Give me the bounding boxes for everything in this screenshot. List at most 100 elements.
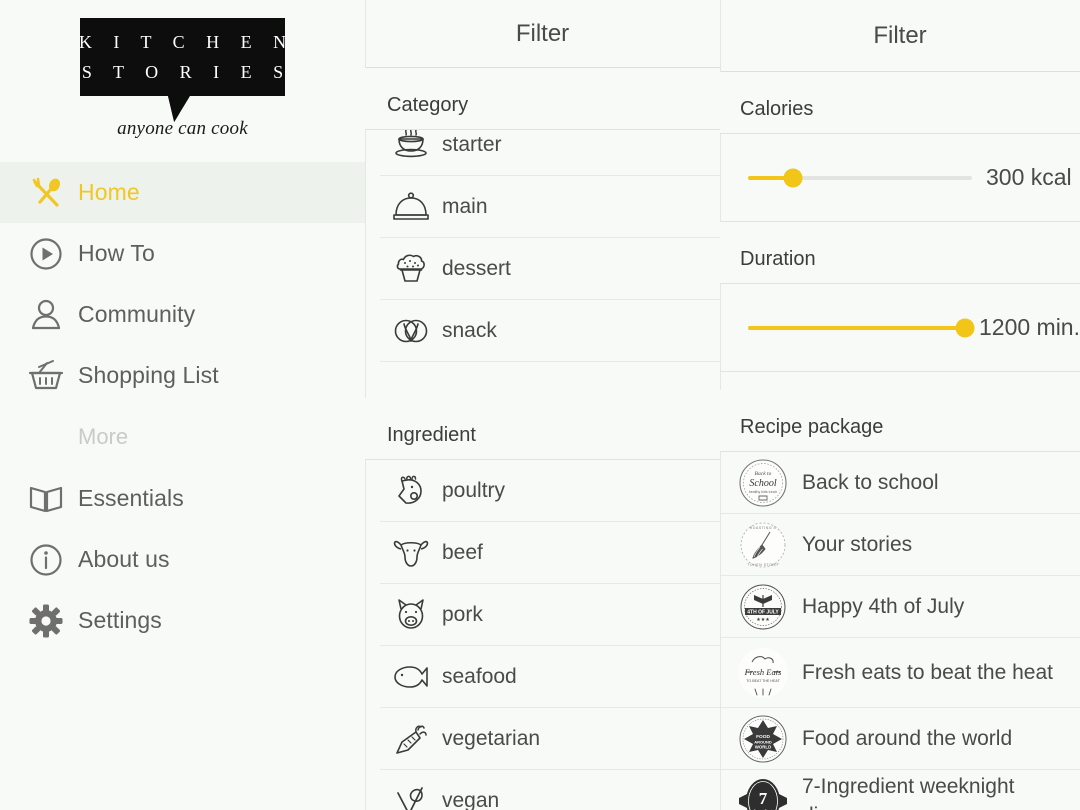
svg-text:WORLD: WORLD [755, 744, 772, 749]
package-row-food-around-world[interactable]: FOOD AROUND WORLD Food around the world [720, 708, 1080, 770]
section-heading-ingredient: Ingredient [365, 398, 720, 460]
fourth-of-july-badge: 4TH OF JULY ★★★ [738, 582, 788, 632]
sidebar-item-how-to[interactable]: How To [0, 223, 365, 284]
svg-text:healthy kids lunch: healthy kids lunch [749, 490, 778, 494]
logo-speech-bubble: K I T C H E N S T O R I E S [79, 18, 286, 96]
package-label: Back to school [802, 471, 939, 494]
fork-spoon-icon [14, 174, 78, 212]
soup-bowl-icon [380, 127, 442, 162]
cow-icon [380, 536, 442, 570]
sidebar-item-label: Community [78, 301, 196, 327]
sidebar-item-home[interactable]: Home [0, 162, 365, 223]
category-label: main [442, 194, 488, 218]
package-row-seven-ingredient[interactable]: 7 Ingredient WEEKNIGHT DINNERS 7-Ingredi… [720, 770, 1080, 810]
duration-slider-thumb[interactable] [955, 318, 975, 337]
package-label: Your stories [802, 533, 913, 556]
sidebar-item-label: About us [78, 546, 170, 572]
ingredient-label: poultry [442, 478, 506, 502]
svg-text:Fresh Eats: Fresh Eats [744, 667, 782, 677]
category-label: snack [442, 318, 497, 342]
cloche-icon [380, 190, 442, 224]
package-label: Fresh eats to beat the heat [802, 661, 1053, 684]
section-heading-duration: Duration [720, 222, 1080, 284]
ingredient-label: vegan [442, 788, 500, 810]
package-row-fourth-of-july[interactable]: 4TH OF JULY ★★★ Happy 4th of July [720, 576, 1080, 638]
ingredient-row-vegan[interactable]: vegan [380, 770, 720, 810]
package-row-fresh-eats[interactable]: Fresh Eats TO BEAT THE HEAT Fresh eats t… [720, 638, 1080, 708]
brand-logo: K I T C H E N S T O R I E S anyone can c… [0, 0, 365, 140]
duration-slider-row[interactable]: 1200 min. [720, 284, 1080, 372]
calories-slider-row[interactable]: 300 kcal [720, 134, 1080, 222]
sidebar-item-label: Essentials [78, 485, 184, 511]
sidebar-item-label: Shopping List [78, 362, 219, 388]
ingredient-row-vegetarian[interactable]: vegetarian [380, 708, 720, 770]
ingredient-row-beef[interactable]: beef [380, 522, 720, 584]
duration-value: 1200 min. [978, 314, 1080, 340]
category-label: starter [442, 132, 502, 156]
open-book-icon [14, 483, 78, 515]
ingredient-row-pork[interactable]: pork [380, 584, 720, 646]
ingredient-label: seafood [442, 664, 517, 688]
calories-slider-thumb[interactable] [783, 168, 803, 187]
sidebar-item-community[interactable]: Community [0, 284, 365, 345]
fish-icon [380, 663, 442, 691]
sidebar-item-label: How To [78, 240, 155, 266]
category-row-main[interactable]: main [380, 176, 720, 238]
sidebar-nav: Home How To Community Shopping List More… [0, 162, 365, 651]
fresh-eats-badge: Fresh Eats TO BEAT THE HEAT [738, 647, 788, 698]
svg-text:KITCHEN STORIES: KITCHEN STORIES [743, 563, 783, 567]
calories-value: 300 kcal [986, 164, 1072, 190]
sidebar-item-label: Settings [78, 607, 162, 633]
sidebar-item-about-us[interactable]: About us [0, 529, 365, 590]
package-row-your-stories[interactable]: ROASTING'S KITCHEN STORIES Your stories [720, 514, 1080, 576]
category-label: dessert [442, 256, 511, 280]
logo-line-2: S T O R I E S [81, 62, 292, 82]
svg-text:★★★: ★★★ [756, 617, 770, 623]
sidebar-section-more: More [0, 406, 365, 468]
brand-tagline: anyone can cook [117, 118, 248, 139]
category-row-snack[interactable]: snack [380, 300, 720, 362]
cupcake-icon [380, 251, 442, 287]
chicken-icon [380, 473, 442, 509]
ingredient-label: pork [442, 602, 483, 626]
category-row-dessert[interactable]: dessert [380, 238, 720, 300]
info-circle-icon [14, 542, 78, 578]
sidebar-item-label: Home [78, 179, 140, 205]
pig-icon [380, 597, 442, 633]
section-heading-calories: Calories [720, 72, 1080, 134]
whisk-badge: ROASTING'S KITCHEN STORIES [738, 520, 788, 570]
svg-text:7: 7 [759, 789, 768, 808]
panel-title-filter-right: Filter [720, 0, 1080, 72]
back-to-school-badge: Back to School healthy kids lunch [738, 458, 788, 508]
ingredient-row-poultry[interactable]: poultry [380, 460, 720, 522]
sidebar: K I T C H E N S T O R I E S anyone can c… [0, 0, 365, 810]
panel-title-filter-mid: Filter [365, 0, 720, 68]
section-heading-recipe-package: Recipe package [720, 390, 1080, 452]
section-heading-category: Category [365, 68, 720, 130]
svg-text:ROASTING'S: ROASTING'S [750, 526, 777, 530]
app-root: K I T C H E N S T O R I E S anyone can c… [0, 0, 1080, 810]
sprout-icon [380, 784, 442, 810]
sidebar-more-label: More [78, 424, 129, 449]
sidebar-item-essentials[interactable]: Essentials [0, 468, 365, 529]
sidebar-item-shopping-list[interactable]: Shopping List [0, 345, 365, 406]
filter-panel-category: Filter Category starter main dessert sna… [365, 0, 720, 810]
filter-panel-values: Filter Calories 300 kcal Duration 1200 m… [720, 0, 1080, 810]
calories-slider-track[interactable] [748, 168, 972, 187]
package-label: Food around the world [802, 727, 1013, 750]
duration-slider-track[interactable] [748, 318, 975, 337]
ingredient-label: vegetarian [442, 726, 541, 750]
shopping-basket-icon [14, 357, 78, 395]
svg-text:Back to: Back to [755, 471, 772, 477]
package-row-back-to-school[interactable]: Back to School healthy kids lunch Back t… [720, 452, 1080, 514]
gear-icon [14, 603, 78, 639]
sidebar-item-settings[interactable]: Settings [0, 590, 365, 651]
person-icon [14, 297, 78, 333]
play-circle-icon [14, 236, 78, 272]
ingredient-row-seafood[interactable]: seafood [380, 646, 720, 708]
svg-text:4TH OF JULY: 4TH OF JULY [747, 609, 779, 615]
ingredient-label: beef [442, 540, 483, 564]
package-label: 7-Ingredient weeknight dinners [802, 774, 1015, 810]
